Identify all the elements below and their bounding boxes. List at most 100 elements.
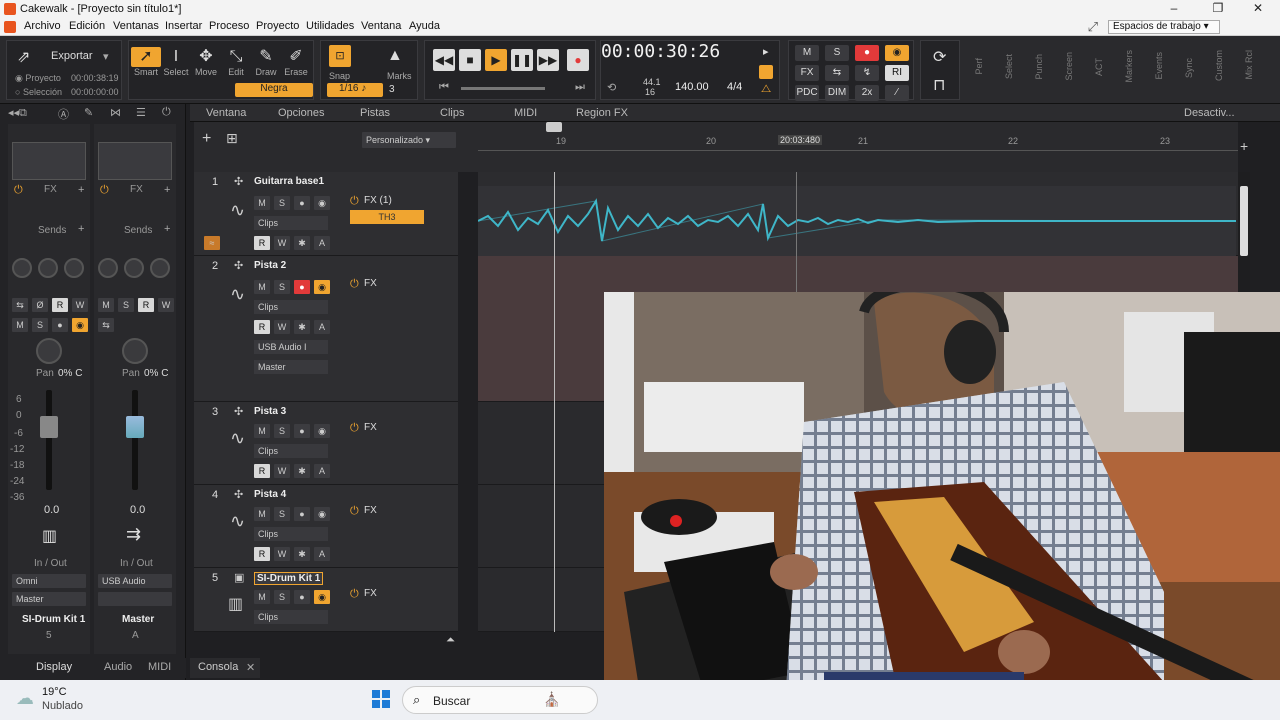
add-track-icon[interactable]: + [202, 130, 211, 148]
maximize-button[interactable]: ❐ [1208, 1, 1228, 17]
write-button[interactable]: W [274, 236, 290, 250]
selection-radio[interactable]: ○ Selección [15, 87, 62, 97]
track-name[interactable]: Pista 3 [254, 406, 286, 417]
deactivate-button[interactable]: Desactiv... [1184, 107, 1235, 119]
menu-insertar[interactable]: Insertar [165, 20, 202, 32]
volume-fader-cap[interactable] [40, 416, 58, 438]
mute-button[interactable]: M [254, 280, 270, 294]
menu-proyecto[interactable]: Proyecto [256, 20, 299, 32]
menu-ventana[interactable]: Ventana [361, 20, 401, 32]
track-name[interactable]: SI-Drum Kit 1 [254, 572, 324, 585]
menu-proceso[interactable]: Proceso [209, 20, 249, 32]
menu-ayuda[interactable]: Ayuda [409, 20, 440, 32]
archive-button[interactable]: A [314, 236, 330, 250]
add-fx-icon[interactable]: + [164, 184, 170, 196]
time-marker[interactable]: 20:03:480 [778, 135, 823, 145]
workspace-dropdown[interactable]: Espacios de trabajo ▾ [1108, 20, 1220, 34]
tab-audio[interactable]: Audio [104, 661, 132, 673]
solo-button[interactable]: S [274, 590, 290, 604]
snap-mode-dropdown[interactable]: Negra [235, 83, 313, 97]
select-tool[interactable]: I Select [161, 47, 191, 77]
fx-power-icon[interactable]: ⏻ [350, 278, 359, 291]
insert-multiple-icon[interactable]: ⊞ [226, 130, 238, 147]
eq-graph[interactable] [12, 142, 86, 180]
punch-icon[interactable]: ⊓ [933, 75, 945, 95]
snap-value-dropdown[interactable]: 1/16 ♪ [327, 83, 383, 97]
echo-button[interactable]: ◉ [314, 424, 330, 438]
clips-dropdown[interactable]: Clips [254, 527, 328, 541]
smart-tool[interactable]: ➚ Smart [131, 47, 161, 77]
menu-ventanas[interactable]: Ventanas [113, 20, 159, 32]
app-menu-icon[interactable] [4, 21, 16, 33]
output-dropdown[interactable]: Master [12, 592, 86, 606]
module-events[interactable]: Events [1154, 52, 1164, 80]
module-sync[interactable]: Sync [1184, 58, 1194, 78]
echo-button[interactable]: ◉ [314, 590, 330, 604]
eq-graph[interactable] [98, 142, 172, 180]
write-button[interactable]: W [158, 298, 174, 312]
read-button[interactable]: R [254, 464, 270, 478]
project-radio[interactable]: ◉ Proyecto [15, 73, 61, 84]
solo-button[interactable]: S [118, 298, 134, 312]
taskbar-search[interactable]: ⌕ Buscar ⛪ [402, 686, 598, 714]
clips-dropdown[interactable]: Clips [254, 444, 328, 458]
minimize-button[interactable]: – [1164, 1, 1184, 17]
fast-forward-button[interactable]: ▶▶ [537, 49, 559, 71]
tab-display[interactable]: Display [36, 661, 72, 673]
archive-button[interactable]: A [314, 320, 330, 334]
echo-button[interactable]: ◉ [314, 196, 330, 210]
phase-button[interactable]: ⇆ [12, 298, 28, 312]
record-button[interactable]: ● [567, 49, 589, 71]
trim-knob[interactable] [124, 258, 144, 278]
mute-button[interactable]: M [254, 590, 270, 604]
read-button[interactable]: R [52, 298, 68, 312]
fx-power-icon[interactable]: ⏻ [100, 184, 109, 197]
snowflake-icon[interactable]: ✱ [294, 464, 310, 478]
clips-dropdown[interactable]: Clips [254, 610, 328, 624]
menu-region-fx[interactable]: Region FX [576, 107, 628, 119]
module-perf[interactable]: Perf [974, 58, 984, 75]
archive-button[interactable]: A [314, 464, 330, 478]
read-button[interactable]: R [138, 298, 154, 312]
solo-button[interactable]: S [274, 280, 290, 294]
mute-button[interactable]: M [254, 424, 270, 438]
chevron-down-icon[interactable]: ▾ [103, 50, 109, 63]
arm-button[interactable]: ● [294, 590, 310, 604]
echo-button[interactable]: ◉ [314, 280, 330, 294]
input-dropdown[interactable]: USB Audio I [254, 340, 328, 354]
tempo-display[interactable]: 140.00 [675, 81, 709, 93]
write-button[interactable]: W [72, 298, 88, 312]
menu-utilidades[interactable]: Utilidades [306, 20, 354, 32]
metronome-icon[interactable]: ⧍ [761, 83, 771, 96]
track-2[interactable]: 2 ✣ Pista 2 ∿ M S ● ◉ Clips ⏻ FX R W ✱ A… [194, 256, 458, 402]
track-5[interactable]: 5 ▣ SI-Drum Kit 1 ▥ M S ● ◉ Clips ⏻ FX [194, 568, 458, 632]
pan-knob[interactable] [36, 338, 62, 364]
menu-opciones[interactable]: Opciones [278, 107, 324, 119]
width-knob[interactable] [64, 258, 84, 278]
snowflake-icon[interactable]: ✱ [294, 320, 310, 334]
marks-icon[interactable]: ▲ [387, 47, 403, 65]
loop-icon[interactable]: ⟲ [607, 81, 616, 94]
go-start-icon[interactable]: ⏮ [439, 81, 449, 94]
weather-label[interactable]: Nublado [42, 700, 83, 712]
trim-knob[interactable] [38, 258, 58, 278]
module-custom[interactable]: Custom [1214, 50, 1224, 81]
mute-button[interactable]: M [12, 318, 28, 332]
add-send-icon[interactable]: + [78, 223, 84, 235]
snowflake-icon[interactable]: ✱ [294, 236, 310, 250]
timeline-ruler[interactable]: 19 20 21 22 23 20:03:480 [478, 122, 1238, 172]
track-name[interactable]: Pista 2 [254, 260, 286, 271]
audio-clip[interactable] [477, 186, 1237, 256]
clips-dropdown[interactable]: Clips [254, 300, 328, 314]
fx-power-icon[interactable]: ⏻ [14, 184, 23, 197]
play-small-icon[interactable]: ▸ [763, 45, 769, 58]
track-name[interactable]: Pista 4 [254, 489, 286, 500]
module-mix-rcl[interactable]: Mix Rcl [1244, 50, 1254, 80]
pdc-button[interactable]: PDC [795, 85, 819, 101]
erase-tool[interactable]: ✐ Erase [281, 47, 311, 77]
fx-power-icon[interactable]: ⏻ [350, 422, 359, 435]
echo-button[interactable]: ◉ [314, 507, 330, 521]
dim-button[interactable]: DIM [825, 85, 849, 101]
position-slider[interactable] [461, 87, 545, 90]
solo-button[interactable]: S [32, 318, 48, 332]
